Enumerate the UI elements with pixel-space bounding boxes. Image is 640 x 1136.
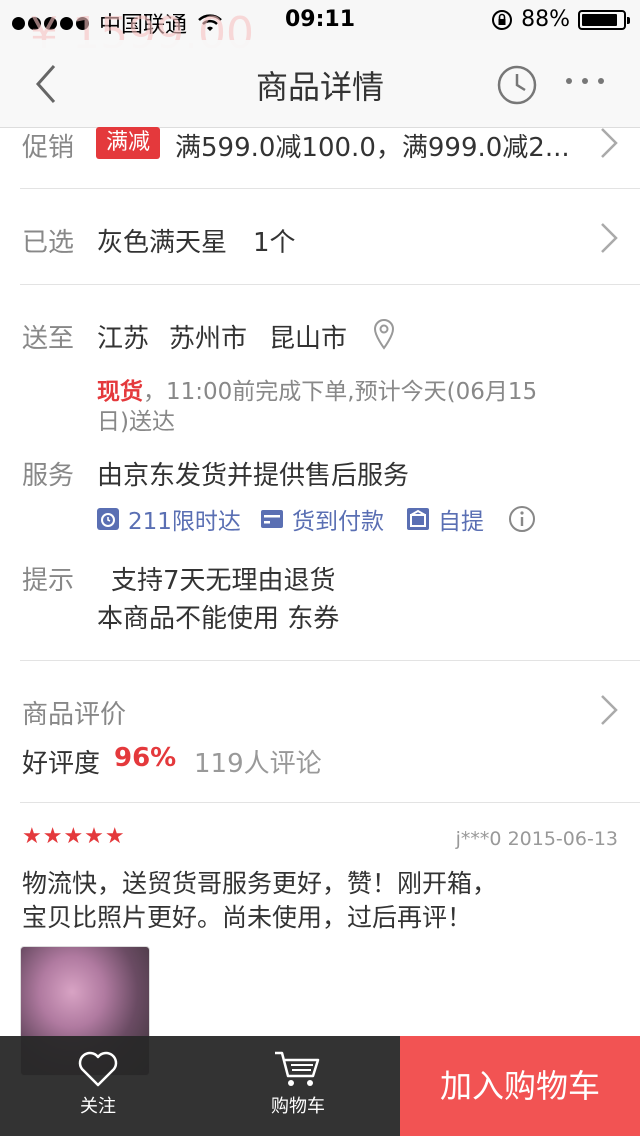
follow-label: 关注 <box>80 1096 116 1117</box>
divider <box>20 802 640 803</box>
cart-icon <box>275 1051 320 1086</box>
delivery-eta: 现货，11:00前完成下单,预计今天(06月15 <box>97 372 537 406</box>
cart-label: 购物车 <box>271 1096 325 1117</box>
service-label: 服务 <box>22 461 75 491</box>
page-title: 商品详情 <box>255 68 384 106</box>
selected-label: 已选 <box>22 228 75 258</box>
alarm-clock-icon <box>97 508 119 530</box>
chevron-right-icon[interactable] <box>598 693 620 727</box>
tips-return-policy: 支持7天无理由退货 <box>111 566 336 596</box>
review-stars: ★★★★★ <box>22 824 126 849</box>
service-badge-cod: 货到付款 <box>260 502 384 536</box>
chevron-right-icon[interactable] <box>598 126 620 160</box>
heart-icon <box>78 1051 118 1087</box>
review-text-line2: 宝贝比照片更好。尚未使用，过后再评！ <box>22 903 473 932</box>
card-icon <box>261 510 283 528</box>
good-rate-label: 好评度 <box>22 749 101 779</box>
review-date: 2015-06-13 <box>507 828 618 850</box>
delivery-district[interactable]: 昆山市 <box>269 318 347 355</box>
delivery-label: 送至 <box>22 324 75 354</box>
review-meta: j***0 2015-06-13 <box>456 828 618 850</box>
battery-icon <box>578 9 630 30</box>
chevron-right-icon[interactable] <box>598 221 620 255</box>
tips-label: 提示 <box>22 566 75 596</box>
nav-bar: 商品详情 <box>0 40 640 128</box>
delivery-province[interactable]: 江苏 <box>97 318 149 355</box>
divider <box>20 188 640 189</box>
add-to-cart-button[interactable]: 加入购物车 <box>400 1036 640 1136</box>
info-icon[interactable] <box>508 505 536 533</box>
status-right: 88% <box>491 7 630 32</box>
bottom-action-bar: 关注 购物车 加入购物车 <box>0 1036 640 1136</box>
promo-text[interactable]: 满599.0减100.0，满999.0减2... <box>175 127 585 164</box>
selected-quantity: 1个 <box>253 228 296 258</box>
review-count: 119人评论 <box>194 749 322 779</box>
eta-line1: ，11:00前完成下单,预计今天(06月15 <box>143 379 538 405</box>
eta-line2: 日)送达 <box>97 409 175 435</box>
good-rate-value: 96% <box>114 743 177 773</box>
history-clock-icon[interactable] <box>496 64 538 106</box>
store-icon <box>407 508 429 530</box>
promo-label: 促销 <box>22 133 75 163</box>
service-badge-label: 自提 <box>438 509 484 535</box>
reviews-title[interactable]: 商品评价 <box>22 694 126 731</box>
service-badge-211: 211限时达 <box>96 502 241 536</box>
more-icon[interactable] <box>566 78 604 84</box>
service-badge-label: 货到付款 <box>292 509 384 535</box>
review-text-line1: 物流快，送贸货哥服务更好，赞！刚开箱， <box>22 869 498 898</box>
rotation-lock-icon <box>492 9 513 30</box>
location-pin-icon[interactable] <box>372 318 396 350</box>
tips-coupon-note: 本商品不能使用 东券 <box>97 604 340 634</box>
service-badge-pickup: 自提 <box>406 502 484 536</box>
review-user: j***0 <box>455 828 502 850</box>
cart-button[interactable]: 购物车 <box>248 1036 348 1136</box>
delivery-city[interactable]: 苏州市 <box>169 318 247 355</box>
divider <box>20 660 640 661</box>
divider <box>20 284 640 285</box>
selected-variant[interactable]: 灰色满天星 <box>97 222 227 259</box>
battery-percent: 88% <box>521 7 570 32</box>
service-text: 由京东发货并提供售后服务 <box>97 461 410 491</box>
follow-button[interactable]: 关注 <box>48 1036 148 1136</box>
service-badge-label: 211限时达 <box>128 509 241 535</box>
promo-badge: 满减 <box>96 127 161 159</box>
